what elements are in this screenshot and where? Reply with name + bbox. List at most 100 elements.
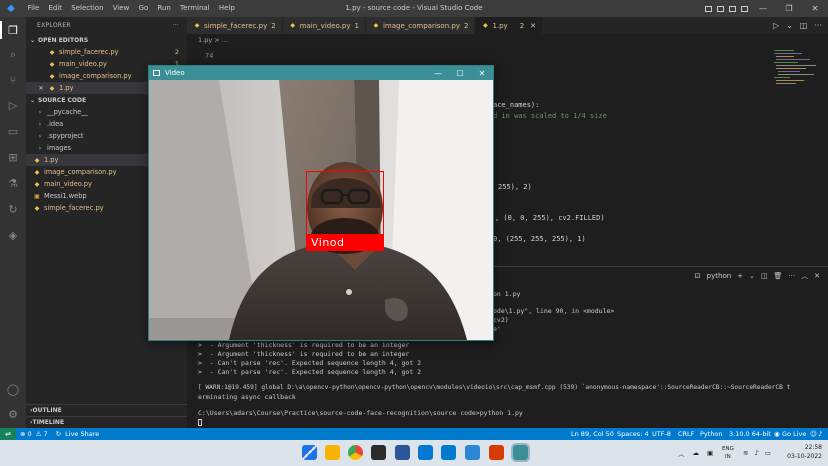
video-minimize-button[interactable]: — bbox=[427, 66, 449, 80]
wifi-icon[interactable]: ≋ bbox=[743, 449, 748, 457]
cursor-position[interactable]: Ln 89, Col 50 bbox=[571, 428, 614, 440]
extensions-icon[interactable]: ⊞ bbox=[5, 149, 21, 165]
line-number: 74 bbox=[205, 52, 214, 60]
battery-icon[interactable]: ▭ bbox=[765, 449, 771, 457]
notifications-bell-icon[interactable]: ♪ bbox=[818, 428, 822, 440]
python-file-icon: ◆ bbox=[49, 72, 55, 80]
tab-image-comparison[interactable]: ◆ image_comparison.py 2 bbox=[365, 17, 476, 34]
encoding[interactable]: UTF-8 bbox=[652, 428, 671, 440]
explorer-more-icon[interactable]: ··· bbox=[172, 22, 179, 29]
terminal-line: > - Argument 'thickness' is required to … bbox=[198, 350, 410, 358]
terminal-dropdown-icon[interactable]: ⌄ bbox=[749, 272, 755, 280]
split-editor-icon[interactable]: ◫ bbox=[800, 21, 808, 30]
system-clock[interactable]: 22:58 03-10-2022 bbox=[787, 443, 822, 461]
error-count[interactable]: ⊗ 0 bbox=[16, 430, 36, 438]
mail-icon[interactable] bbox=[418, 445, 433, 460]
terminal-line: cv2) bbox=[493, 316, 509, 324]
maximize-panel-icon[interactable]: ︿ bbox=[801, 271, 808, 281]
close-icon[interactable]: ✕ bbox=[37, 85, 45, 92]
volume-icon[interactable]: ♪ bbox=[754, 449, 758, 457]
camera-icon[interactable]: ▣ bbox=[707, 449, 713, 457]
breadcrumb[interactable]: 1.py > ... bbox=[198, 36, 228, 44]
video-window-titlebar[interactable]: Video — ☐ ✕ bbox=[149, 66, 493, 80]
search-icon[interactable]: ⌕ bbox=[5, 47, 21, 63]
language-mode[interactable]: Python bbox=[700, 428, 723, 440]
menu-go[interactable]: Go bbox=[134, 0, 153, 17]
input-language[interactable]: ENG bbox=[722, 445, 734, 453]
code-line: , (0, 0, 255), cv2.FILLED) bbox=[495, 214, 605, 222]
tab-1-py[interactable]: ◆ 1.py 2 ✕ bbox=[475, 17, 544, 34]
tree-item-label: 1.py bbox=[44, 156, 59, 164]
live-share-icon: ↻ bbox=[55, 430, 62, 438]
windows-start-icon[interactable] bbox=[302, 445, 317, 460]
live-share-icon[interactable]: ↻ bbox=[5, 201, 21, 217]
video-close-button[interactable]: ✕ bbox=[471, 66, 493, 80]
menu-help[interactable]: Help bbox=[214, 0, 239, 17]
file-explorer-icon[interactable] bbox=[325, 445, 340, 460]
account-icon[interactable]: ◯ bbox=[5, 381, 21, 397]
more-actions-icon[interactable]: ··· bbox=[788, 272, 795, 280]
more-actions-icon[interactable]: ··· bbox=[814, 21, 822, 30]
close-window-button[interactable]: ✕ bbox=[802, 0, 828, 17]
end-of-line[interactable]: CRLF bbox=[678, 428, 694, 440]
settings-gear-icon[interactable]: ⚙ bbox=[5, 406, 21, 422]
video-maximize-button[interactable]: ☐ bbox=[449, 66, 471, 80]
tab-simple-facerec[interactable]: ◆ simple_facerec.py 2 bbox=[187, 17, 283, 34]
feedback-icon[interactable]: ☺ bbox=[810, 428, 817, 440]
tree-item-label: image_comparison.py bbox=[44, 168, 117, 176]
cloud-icon[interactable]: ☁ bbox=[693, 449, 700, 457]
customize-layout-icon[interactable] bbox=[738, 0, 750, 17]
indentation[interactable]: Spaces: 4 bbox=[617, 428, 649, 440]
menu-selection[interactable]: Selection bbox=[67, 0, 108, 17]
explorer-title: EXPLORER bbox=[37, 22, 71, 29]
kill-terminal-icon[interactable]: 🗑 bbox=[774, 272, 783, 280]
vim-icon[interactable]: ◈ bbox=[5, 227, 21, 243]
show-hidden-icons-icon[interactable]: ︿ bbox=[678, 448, 685, 458]
video-window[interactable]: Video — ☐ ✕ Vinod bbox=[148, 65, 494, 341]
toggle-secondary-sidebar-icon[interactable] bbox=[726, 0, 738, 17]
remote-indicator-icon[interactable]: ⇌ bbox=[0, 428, 16, 440]
new-terminal-icon[interactable]: + bbox=[737, 272, 743, 280]
menu-file[interactable]: File bbox=[23, 0, 44, 17]
run-file-icon[interactable]: ▷ bbox=[773, 21, 779, 30]
warning-count[interactable]: ⚠ 7 bbox=[36, 430, 52, 438]
menu-view[interactable]: View bbox=[108, 0, 134, 17]
terminal-shell-label[interactable]: python bbox=[707, 272, 732, 280]
close-tab-icon[interactable]: ✕ bbox=[530, 22, 536, 30]
tab-main-video[interactable]: ◆ main_video.py 1 bbox=[282, 17, 366, 34]
split-terminal-icon[interactable]: ◫ bbox=[761, 272, 768, 280]
testing-icon[interactable]: ⚗ bbox=[5, 175, 21, 191]
minimap[interactable] bbox=[770, 46, 826, 266]
chrome-icon[interactable] bbox=[348, 445, 363, 460]
terminal-line: > - Can't parse 'rec'. Expected sequence… bbox=[198, 368, 422, 376]
menu-edit[interactable]: Edit bbox=[44, 0, 67, 17]
menu-run[interactable]: Run bbox=[153, 0, 176, 17]
store-icon[interactable] bbox=[371, 445, 386, 460]
open-editors-section[interactable]: ⌄ OPEN EDITORS bbox=[26, 34, 187, 46]
input-region[interactable]: IN bbox=[725, 453, 731, 461]
video-app-taskbar-icon[interactable] bbox=[511, 443, 530, 462]
run-dropdown-icon[interactable]: ⌄ bbox=[786, 21, 793, 30]
python-interpreter[interactable]: 3.10.0 64-bit bbox=[729, 428, 771, 440]
pdf-reader-icon[interactable] bbox=[489, 445, 504, 460]
live-share-button[interactable]: Live Share bbox=[65, 430, 103, 438]
run-debug-icon[interactable]: ▷ bbox=[5, 97, 21, 113]
menu-terminal[interactable]: Terminal bbox=[175, 0, 214, 17]
tree-item-label: main_video.py bbox=[44, 180, 92, 188]
photos-icon[interactable] bbox=[465, 445, 480, 460]
remote-explorer-icon[interactable]: ▭ bbox=[5, 123, 21, 139]
vscode-taskbar-icon[interactable] bbox=[441, 445, 456, 460]
explorer-icon[interactable]: ❐ bbox=[5, 22, 21, 38]
maximize-button[interactable]: ❐ bbox=[776, 0, 802, 17]
open-editor-item[interactable]: ◆ simple_facerec.py 2 bbox=[26, 46, 187, 58]
close-panel-icon[interactable]: ✕ bbox=[814, 272, 820, 280]
toggle-panel-icon[interactable] bbox=[714, 0, 726, 17]
word-icon[interactable] bbox=[395, 445, 410, 460]
chevron-right-icon: › bbox=[38, 132, 42, 140]
toggle-sidebar-icon[interactable] bbox=[702, 0, 714, 17]
go-live-button[interactable]: Go Live bbox=[782, 428, 806, 440]
minimize-button[interactable]: — bbox=[750, 0, 776, 17]
outline-section[interactable]: › OUTLINE bbox=[26, 404, 187, 416]
timeline-section[interactable]: › TIMELINE bbox=[26, 416, 187, 428]
source-control-icon[interactable]: ⑂ bbox=[5, 72, 21, 88]
